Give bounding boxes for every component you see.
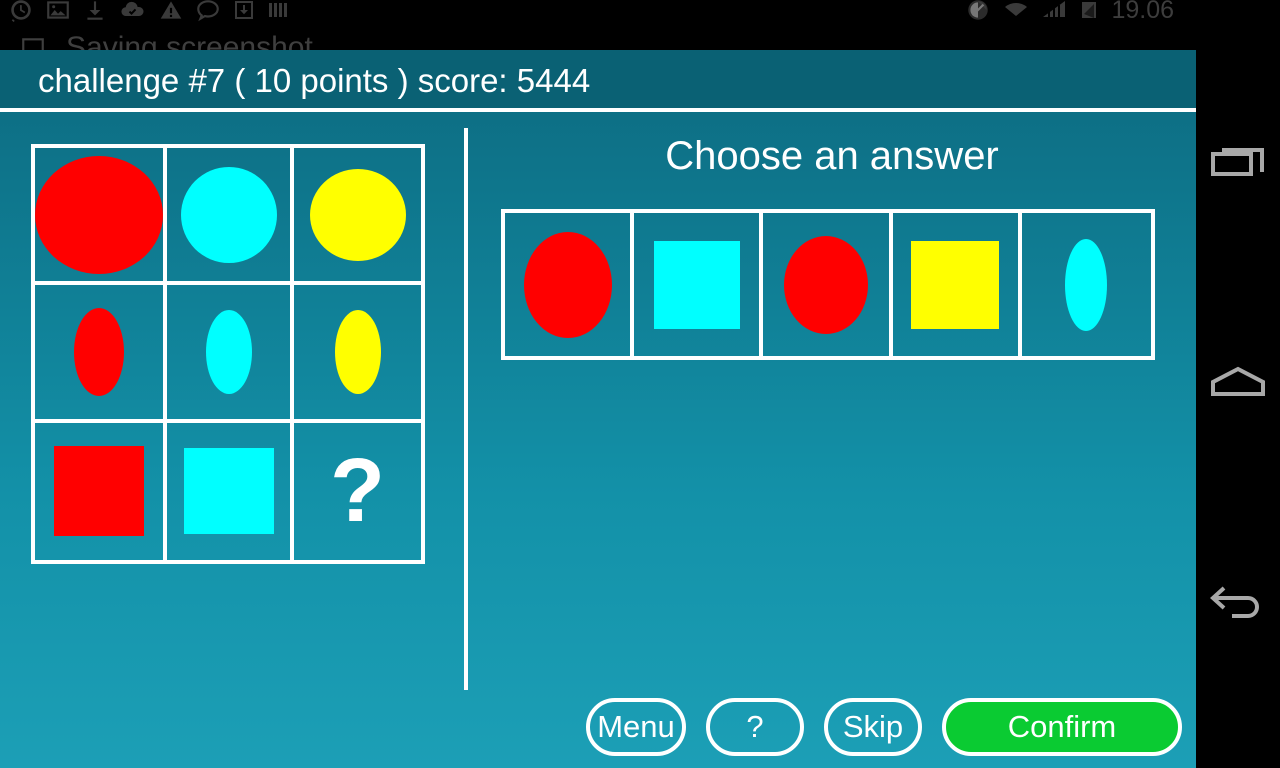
download-icon	[87, 1, 103, 20]
help-button[interactable]: ?	[706, 698, 804, 756]
confirm-button[interactable]: Confirm	[942, 698, 1182, 756]
warning-icon	[160, 1, 182, 19]
answer-option[interactable]	[634, 213, 764, 356]
cyan-circle	[180, 166, 277, 263]
challenge-score-text: challenge #7 ( 10 points ) score: 5444	[38, 62, 591, 99]
battery-icon	[1082, 2, 1097, 18]
action-button-row: Menu ? Skip Confirm	[586, 698, 1182, 756]
red-circle	[35, 155, 163, 274]
red-ellipse	[74, 307, 124, 396]
image-icon	[47, 1, 69, 19]
matrix-cell	[294, 285, 421, 423]
yellow-ellipse	[334, 309, 381, 394]
back-button[interactable]	[1196, 562, 1280, 646]
matrix-cell	[35, 148, 167, 286]
header-underline	[0, 108, 1196, 112]
wifi-icon	[1005, 2, 1028, 16]
back-icon	[1210, 586, 1259, 618]
home-button[interactable]	[1196, 340, 1280, 424]
recents-icon	[1211, 148, 1264, 176]
no-sound-icon	[968, 0, 989, 20]
skip-button[interactable]: Skip	[824, 698, 922, 756]
choose-answer-title: Choose an answer	[665, 134, 999, 178]
yellow-square	[911, 240, 1000, 329]
cloud-check-icon	[121, 1, 144, 17]
matrix-cell	[167, 148, 294, 286]
matrix-cell	[294, 148, 421, 286]
matrix-cell: ?	[294, 423, 421, 560]
cyan-square	[183, 448, 274, 535]
red-circle-large	[523, 231, 612, 338]
yellow-circle	[309, 168, 406, 261]
notification-shade-row[interactable]: Saving screenshot	[0, 26, 1196, 50]
matrix-cell	[35, 422, 167, 560]
cyan-ellipse	[205, 309, 252, 394]
device-screen: 19.06 Saving screenshot challenge #7 ( 1…	[0, 0, 1280, 768]
screenshot-icon	[22, 38, 44, 50]
home-icon	[1211, 366, 1265, 396]
status-bar-clock: 19.06	[1111, 0, 1174, 24]
menu-button[interactable]: Menu	[586, 698, 686, 756]
answer-option[interactable]	[893, 213, 1022, 356]
status-bar-right-icons: 19.06	[965, 0, 1174, 26]
alarm-clock-icon	[11, 0, 31, 23]
inbox-download-icon	[235, 1, 253, 19]
red-square	[54, 446, 144, 537]
recents-button[interactable]	[1196, 120, 1280, 204]
status-bar: 19.06	[0, 0, 1196, 26]
matrix-puzzle-grid: ?	[31, 144, 425, 564]
status-bar-left-icons	[8, 0, 289, 26]
panel-divider	[464, 128, 468, 690]
notification-text: Saving screenshot	[66, 31, 313, 50]
cell-signal-icon	[1043, 1, 1066, 17]
answer-option[interactable]	[505, 213, 635, 356]
red-circle	[783, 235, 868, 334]
chat-bubble-icon	[197, 0, 219, 22]
answer-option[interactable]	[1022, 213, 1151, 356]
question-mark: ?	[330, 441, 385, 542]
cyan-square	[653, 240, 740, 329]
matrix-cell	[167, 422, 294, 560]
answer-option[interactable]	[763, 213, 893, 356]
android-nav-bar	[1196, 0, 1280, 768]
matrix-cell	[167, 285, 294, 423]
matrix-cell	[35, 285, 167, 423]
game-window: challenge #7 ( 10 points ) score: 5444 ?…	[0, 50, 1196, 768]
answer-options-row[interactable]	[501, 209, 1155, 360]
cyan-ellipse-narrow	[1065, 238, 1108, 331]
bars-icon	[269, 3, 287, 17]
game-header-bar: challenge #7 ( 10 points ) score: 5444	[0, 50, 1196, 108]
